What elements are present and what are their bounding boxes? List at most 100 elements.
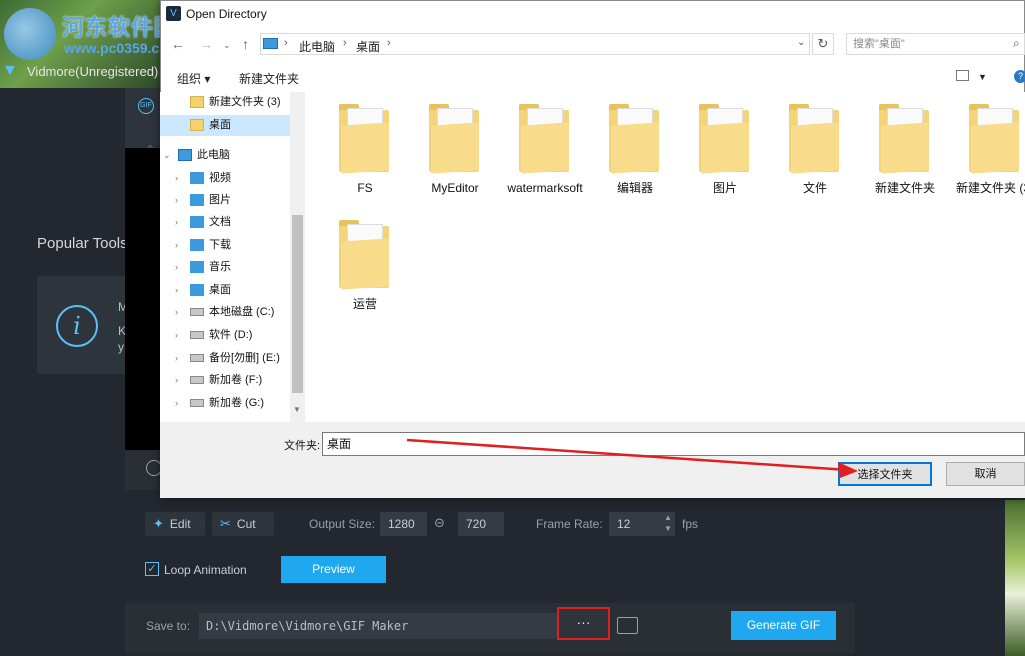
tree-item[interactable]: › 下载 (160, 235, 290, 256)
breadcrumb-separator-icon[interactable]: › (387, 37, 391, 49)
breadcrumb-desktop[interactable]: 桌面 (356, 38, 380, 55)
tree-item-label: 软件 (D:) (209, 329, 253, 341)
tree-item[interactable]: › 新加卷 (G:) (160, 393, 290, 414)
refresh-icon[interactable]: ↻ (812, 33, 834, 55)
tree-item[interactable]: › 图片 (160, 190, 290, 211)
preview-button[interactable]: Preview (281, 556, 386, 583)
breadcrumb-this-pc[interactable]: 此电脑 (299, 38, 335, 55)
tree-item[interactable]: ⌄ 此电脑 (160, 145, 290, 166)
magic-wand-icon: ✦ (153, 516, 164, 531)
cancel-button[interactable]: 取消 (946, 462, 1025, 486)
folder-icon (969, 104, 1021, 174)
width-input[interactable]: 1280 (380, 512, 427, 536)
tree-item-label: 音乐 (209, 261, 231, 273)
expand-arrow-icon[interactable]: › (175, 168, 178, 189)
expand-arrow-icon[interactable]: › (175, 190, 178, 211)
link-icon[interactable]: ⊝ (434, 515, 445, 531)
watermark-url: www.pc0359.cn (64, 40, 168, 56)
folder-label: 文件夹: (284, 440, 321, 452)
expand-arrow-icon[interactable]: ⌄ (163, 145, 171, 166)
gif-icon[interactable]: GIF (138, 98, 154, 114)
folder-item[interactable]: 文件 (770, 104, 860, 196)
frame-rate-stepper[interactable]: ▲ ▼ (661, 512, 675, 536)
expand-arrow-icon[interactable]: › (175, 235, 178, 256)
tree-item[interactable]: › 新加卷 (F:) (160, 370, 290, 391)
folder-item[interactable]: FS (320, 104, 410, 196)
scroll-down-icon[interactable]: ▼ (293, 405, 301, 414)
expand-arrow-icon[interactable]: › (175, 212, 178, 233)
file-list: FS MyEditor watermarksoft 编辑器 图片 文件 新建文件夹 新建文件夹… (305, 92, 1025, 422)
new-folder-button[interactable]: 新建文件夹 (239, 70, 299, 87)
folder-name: 文件 (802, 181, 827, 195)
tree-item[interactable]: › 本地磁盘 (C:) (160, 302, 290, 323)
tree-item[interactable]: 桌面 (160, 115, 290, 136)
folder-name: FS (357, 181, 373, 195)
folder-item[interactable]: 新建文件夹 (3) (950, 104, 1025, 196)
tree-item[interactable]: › 软件 (D:) (160, 325, 290, 346)
tree-item-label: 桌面 (209, 284, 231, 296)
expand-arrow-icon[interactable]: › (175, 257, 178, 278)
view-dropdown-icon[interactable]: ▼ (978, 72, 987, 82)
expand-arrow-icon[interactable]: › (175, 348, 178, 369)
dialog-app-icon: V (166, 6, 181, 21)
organize-menu[interactable]: 组织 ▾ (177, 70, 210, 87)
select-folder-button[interactable]: 选择文件夹 (838, 462, 932, 486)
tree-item[interactable]: › 文档 (160, 212, 290, 233)
folder-item[interactable]: MyEditor (410, 104, 500, 196)
tree-item[interactable]: › 视频 (160, 168, 290, 189)
browse-button[interactable]: ··· (557, 607, 610, 640)
expand-arrow-icon[interactable]: › (175, 280, 178, 301)
folder-name-input[interactable]: 桌面 (322, 432, 1025, 456)
height-input[interactable]: 720 (458, 512, 504, 536)
recent-dropdown-icon[interactable]: ⌄ (223, 40, 231, 51)
nav-scroll-thumb[interactable] (292, 215, 303, 393)
search-icon[interactable]: ⌕ (1013, 36, 1020, 51)
save-to-label: Save to: (146, 619, 191, 633)
folder-item[interactable]: 运营 (320, 220, 410, 312)
folder-icon (789, 104, 841, 174)
popular-tools-heading: Popular Tools (37, 235, 128, 252)
folder-item[interactable]: watermarksoft (500, 104, 590, 196)
vidmore-logo-icon: ▼ (2, 62, 18, 79)
up-arrow-icon[interactable]: ↑ (242, 36, 249, 52)
folder-name: 新建文件夹 (3) (955, 181, 1025, 195)
pc-icon (178, 149, 192, 162)
folder-name: 运营 (352, 297, 377, 311)
expand-arrow-icon[interactable]: › (175, 325, 178, 346)
open-folder-icon[interactable] (617, 617, 638, 634)
expand-arrow-icon[interactable]: › (175, 393, 178, 414)
folder-icon (190, 96, 204, 109)
drive-icon (190, 376, 204, 385)
navigation-pane: 新建文件夹 (3) 桌面 ⌄ 此电脑 › 视频 › 图片 › 文档 › 下载 › 音乐 › 桌面 › 本地磁盘 (… (160, 92, 305, 422)
info-icon: i (56, 305, 98, 347)
tree-item[interactable]: 新建文件夹 (3) (160, 92, 290, 113)
tree-item-label: 桌面 (209, 119, 231, 131)
help-icon[interactable]: ? (1014, 70, 1025, 83)
generate-gif-button[interactable]: Generate GIF (731, 611, 836, 640)
loop-animation-label: Loop Animation (164, 563, 247, 577)
edit-button[interactable]: ✦ Edit (145, 512, 205, 536)
folder-icon (339, 104, 391, 174)
tree-item[interactable]: › 备份[勿删] (E:) (160, 348, 290, 369)
cut-button[interactable]: ✂ Cut (212, 512, 274, 536)
folder-item[interactable]: 编辑器 (590, 104, 680, 196)
expand-arrow-icon[interactable]: › (175, 370, 178, 391)
folder-item[interactable]: 新建文件夹 (860, 104, 950, 196)
view-options-icon[interactable] (956, 70, 969, 81)
folder-icon (609, 104, 661, 174)
folder-item[interactable]: 图片 (680, 104, 770, 196)
expand-arrow-icon[interactable]: › (175, 302, 178, 323)
card-text-line: y (118, 340, 124, 354)
back-arrow-icon[interactable]: ← (171, 36, 185, 52)
tree-item[interactable]: › 音乐 (160, 257, 290, 278)
search-input[interactable]: 搜索"桌面" (846, 33, 1025, 55)
drive-icon (190, 331, 204, 340)
address-dropdown-icon[interactable]: ⌄ (797, 37, 805, 48)
breadcrumb-separator-icon[interactable]: › (284, 37, 288, 49)
folder-icon (339, 220, 391, 290)
save-path-field[interactable]: D:\Vidmore\Vidmore\GIF Maker (199, 613, 559, 639)
breadcrumb-separator-icon[interactable]: › (343, 37, 347, 49)
forward-arrow-icon[interactable]: → (199, 36, 213, 52)
tree-item[interactable]: › 桌面 (160, 280, 290, 301)
loop-animation-checkbox[interactable]: ✓ (145, 562, 159, 576)
